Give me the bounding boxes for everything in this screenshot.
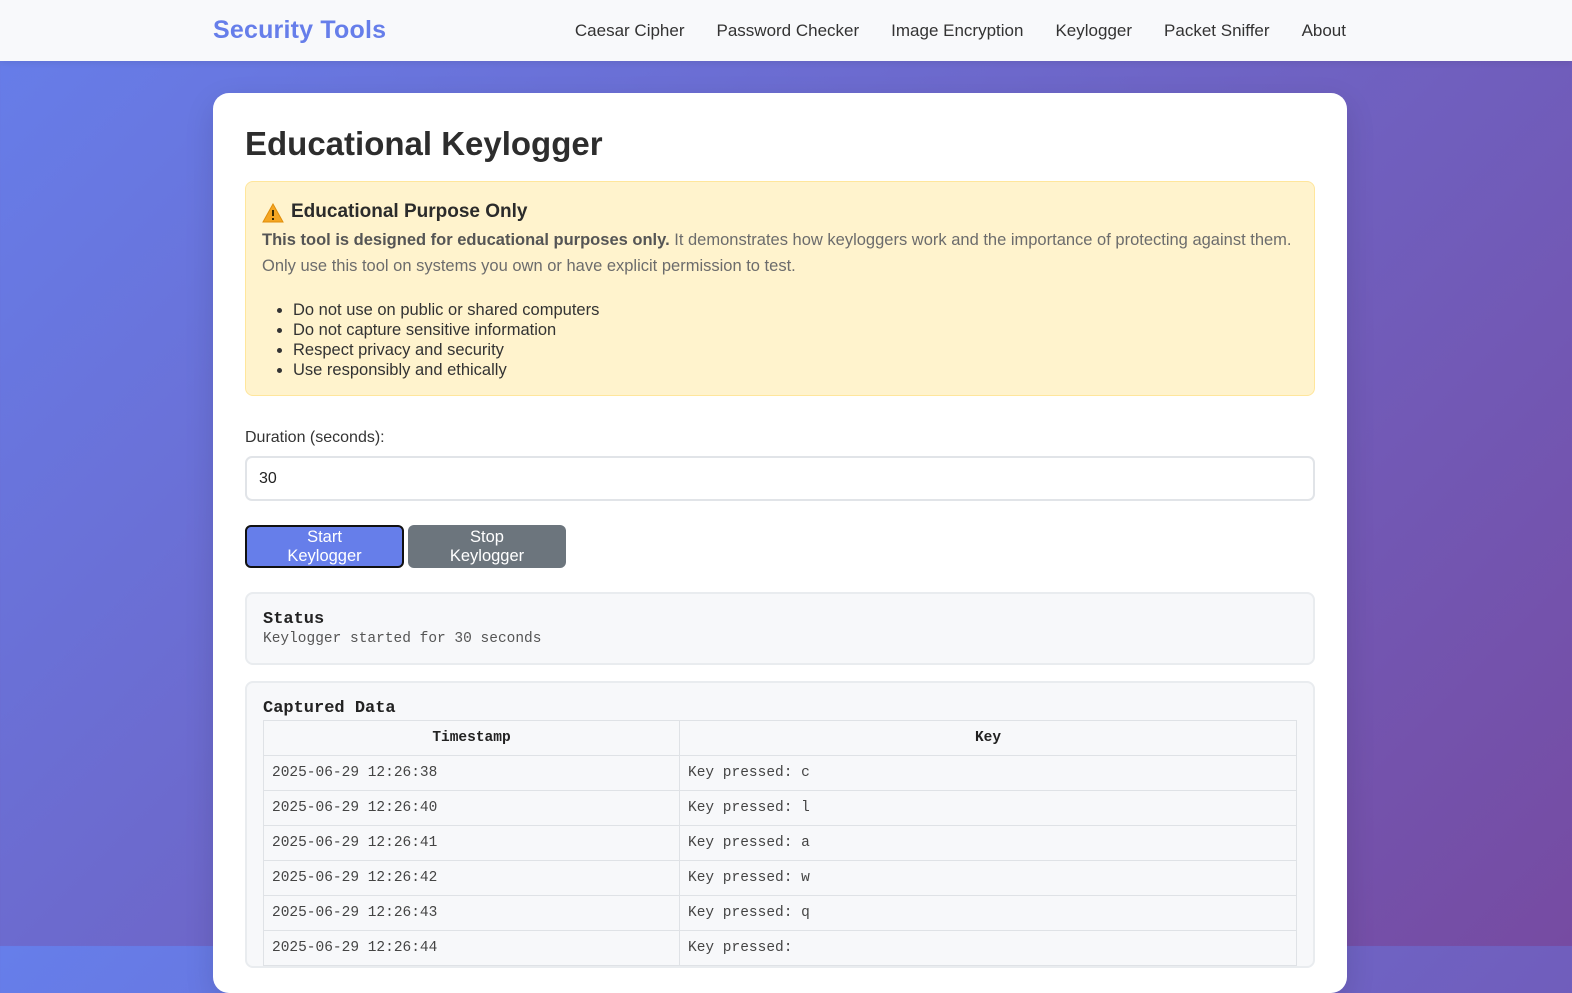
status-text: Keylogger started for 30 seconds	[263, 631, 542, 647]
key-header: Key	[679, 720, 1297, 756]
timestamp-cell: 2025-06-29 12:26:43	[263, 895, 680, 931]
table-row: 2025-06-29 12:26:44 Key pressed:	[263, 930, 1297, 966]
timestamp-cell: 2025-06-29 12:26:38	[263, 755, 680, 791]
nav-link-keylogger[interactable]: Keylogger	[1055, 21, 1132, 41]
captured-data-title: Captured Data	[263, 699, 396, 718]
page-title: Educational Keylogger	[245, 125, 603, 162]
nav-link-password-checker[interactable]: Password Checker	[717, 21, 860, 41]
table-row: 2025-06-29 12:26:40 Key pressed: l	[263, 790, 1297, 826]
nav-link-caesar-cipher[interactable]: Caesar Cipher	[575, 21, 685, 41]
warning-list: Do not use on public or shared computers…	[293, 300, 1298, 380]
captured-data-panel: Captured Data Timestamp Key 2025-06-29 1…	[245, 681, 1315, 968]
key-cell: Key pressed: l	[679, 790, 1297, 826]
main-card: Educational Keylogger Educational Purpos…	[213, 93, 1347, 993]
key-cell: Key pressed: c	[679, 755, 1297, 791]
warning-title-text: Educational Purpose Only	[291, 200, 528, 222]
status-panel: Status Keylogger started for 30 seconds	[245, 592, 1315, 665]
key-cell: Key pressed: w	[679, 860, 1297, 896]
duration-label: Duration (seconds):	[245, 429, 385, 446]
timestamp-cell: 2025-06-29 12:26:44	[263, 930, 680, 966]
nav-link-packet-sniffer[interactable]: Packet Sniffer	[1164, 21, 1270, 41]
table-header-row: Timestamp Key	[263, 720, 1297, 756]
warning-title: Educational Purpose Only	[262, 200, 1298, 223]
table-row: 2025-06-29 12:26:43 Key pressed: q	[263, 895, 1297, 931]
list-item: Do not use on public or shared computers	[293, 300, 1298, 320]
brand-logo[interactable]: Security Tools	[213, 16, 386, 45]
table-row: 2025-06-29 12:26:41 Key pressed: a	[263, 825, 1297, 861]
list-item: Respect privacy and security	[293, 340, 1298, 360]
timestamp-cell: 2025-06-29 12:26:42	[263, 860, 680, 896]
table-row: 2025-06-29 12:26:42 Key pressed: w	[263, 860, 1297, 896]
timestamp-cell: 2025-06-29 12:26:40	[263, 790, 680, 826]
key-cell: Key pressed: a	[679, 825, 1297, 861]
nav-links: Caesar Cipher Password Checker Image Enc…	[543, 21, 1346, 41]
captured-data-table: Timestamp Key 2025-06-29 12:26:38 Key pr…	[263, 720, 1297, 966]
navbar: Security Tools Caesar Cipher Password Ch…	[0, 0, 1572, 61]
warning-box: Educational Purpose Only This tool is de…	[245, 181, 1315, 396]
button-group: Start Keylogger Stop Keylogger	[245, 525, 1315, 568]
list-item: Do not capture sensitive information	[293, 320, 1298, 340]
status-title: Status	[263, 610, 325, 629]
list-item: Use responsibly and ethically	[293, 360, 1298, 380]
stop-keylogger-button[interactable]: Stop Keylogger	[408, 525, 566, 568]
key-cell: Key pressed:	[679, 930, 1297, 966]
key-cell: Key pressed: q	[679, 895, 1297, 931]
start-keylogger-button[interactable]: Start Keylogger	[245, 525, 404, 568]
timestamp-header: Timestamp	[263, 720, 680, 756]
warning-bold-text: This tool is designed for educational pu…	[262, 231, 670, 249]
timestamp-cell: 2025-06-29 12:26:41	[263, 825, 680, 861]
warning-icon	[262, 203, 284, 223]
warning-description: This tool is designed for educational pu…	[262, 227, 1298, 279]
nav-link-image-encryption[interactable]: Image Encryption	[891, 21, 1023, 41]
table-row: 2025-06-29 12:26:38 Key pressed: c	[263, 755, 1297, 791]
duration-input[interactable]	[245, 456, 1315, 501]
nav-link-about[interactable]: About	[1302, 21, 1346, 41]
